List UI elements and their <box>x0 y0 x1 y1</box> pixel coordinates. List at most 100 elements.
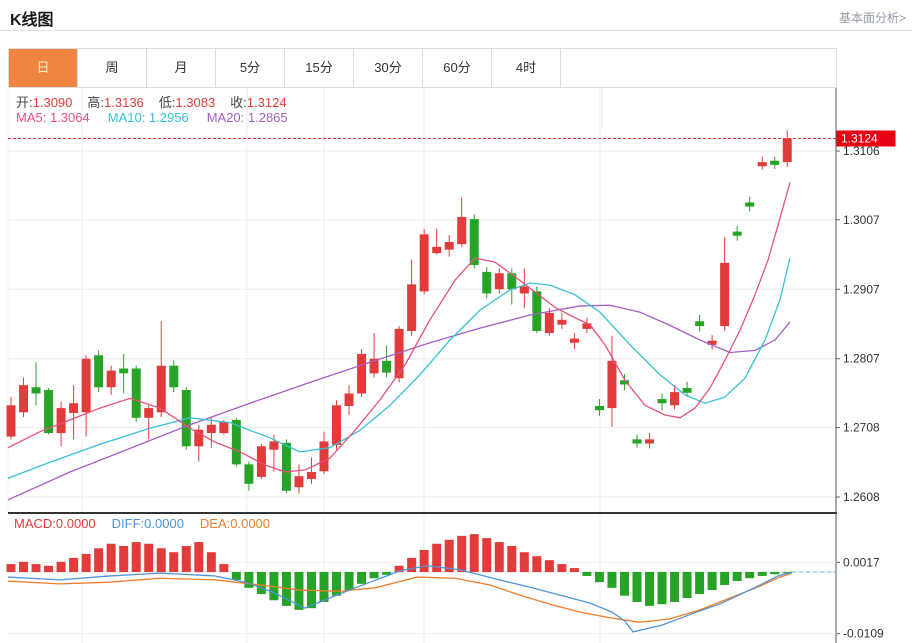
candle-down <box>733 232 742 236</box>
macd-bar-up <box>482 538 491 572</box>
macd-bar-up <box>194 542 203 572</box>
candle-up <box>69 403 78 413</box>
candle-up <box>557 320 566 325</box>
macd-bar-down <box>607 572 616 588</box>
candle-up <box>357 354 366 394</box>
macd-bar-up <box>157 548 166 572</box>
macd-bar-down <box>582 572 591 576</box>
panel-separator <box>8 512 837 514</box>
candle-down <box>658 399 667 403</box>
candle-up <box>345 393 354 406</box>
macd-bar-down <box>244 572 253 588</box>
macd-tick-label: -0.0109 <box>843 627 884 641</box>
candle-down <box>683 388 692 393</box>
macd-bar-up <box>19 562 28 572</box>
low-label: 低: <box>159 95 176 110</box>
close-value: 1.3124 <box>247 95 287 110</box>
price-tick-label: 1.2807 <box>843 352 880 366</box>
macd-value: MACD:0.0000 <box>14 516 96 531</box>
macd-bar-up <box>420 550 429 572</box>
macd-bar-up <box>532 556 541 572</box>
macd-bar-up <box>7 564 16 572</box>
macd-bar-down <box>257 572 266 594</box>
candle-up <box>607 361 616 408</box>
macd-tick-label: 0.0017 <box>843 555 880 569</box>
macd-bar-up <box>219 564 228 572</box>
low-value: 1.3083 <box>175 95 215 110</box>
macd-bar-up <box>69 558 78 572</box>
kline-page: K线图 基本面分析> 日 周 月 5分 15分 30分 60分 4时 开:1.3… <box>0 0 912 643</box>
macd-bar-up <box>169 552 178 572</box>
diff-value: DIFF:0.0000 <box>112 516 184 531</box>
macd-bar-down <box>683 572 692 598</box>
macd-bar-up <box>570 568 579 572</box>
macd-bar-down <box>620 572 629 596</box>
candle-up <box>107 371 116 388</box>
candle-up <box>783 138 792 162</box>
macd-bar-up <box>495 542 504 572</box>
candle-down <box>770 161 779 165</box>
macd-bar-down <box>332 572 341 596</box>
macd-bar-down <box>745 572 754 578</box>
candle-down <box>32 387 41 393</box>
macd-bar-down <box>232 572 241 580</box>
macd-bar-down <box>733 572 742 581</box>
macd-bar-down <box>595 572 604 582</box>
macd-bar-up <box>144 544 153 572</box>
macd-bar-up <box>545 560 554 572</box>
open-label: 开: <box>16 95 33 110</box>
candle-up <box>445 242 454 250</box>
candle-up <box>57 408 66 433</box>
macd-bar-up <box>457 536 466 572</box>
candle-down <box>745 202 754 206</box>
macd-bar-up <box>470 534 479 572</box>
candle-up <box>269 441 278 449</box>
price-tick-label: 1.3007 <box>843 213 880 227</box>
macd-bar-down <box>633 572 642 602</box>
price-tick-label: 1.2907 <box>843 282 880 296</box>
high-label: 高: <box>87 95 104 110</box>
open-value: 1.3090 <box>33 95 73 110</box>
candle-up <box>320 441 329 471</box>
macd-bar-down <box>758 572 767 576</box>
dea-value: DEA:0.0000 <box>200 516 270 531</box>
macd-bar-down <box>357 572 366 584</box>
candle-up <box>720 263 729 326</box>
macd-bar-up <box>182 546 191 572</box>
high-value: 1.3136 <box>104 95 144 110</box>
macd-bar-down <box>320 572 329 602</box>
macd-bar-up <box>82 554 91 572</box>
price-tick-label: 1.2708 <box>843 421 880 435</box>
candle-up <box>670 392 679 405</box>
candle-up <box>420 234 429 291</box>
candle-down <box>595 406 604 410</box>
candle-up <box>82 359 91 412</box>
ma10-readout: MA10: 1.2956 <box>108 110 189 125</box>
macd-bar-down <box>720 572 729 585</box>
macd-bar-down <box>345 572 354 590</box>
candle-down <box>282 443 291 491</box>
macd-bar-up <box>32 564 41 572</box>
candle-up <box>157 366 166 413</box>
candle-up <box>570 339 579 343</box>
candle-up <box>645 439 654 443</box>
candle-up <box>19 385 28 412</box>
macd-bar-down <box>708 572 717 590</box>
candle-up <box>545 313 554 333</box>
candle-up <box>432 247 441 253</box>
macd-bar-up <box>445 540 454 572</box>
macd-bar-up <box>207 552 216 572</box>
last-price-badge-text: 1.3124 <box>841 131 878 145</box>
macd-bar-up <box>119 546 128 572</box>
macd-bar-up <box>520 552 529 572</box>
candle-down <box>695 321 704 326</box>
candle-up <box>294 476 303 487</box>
close-label: 收: <box>230 95 247 110</box>
candle-up <box>219 422 228 433</box>
macd-bar-down <box>370 572 379 578</box>
candle-down <box>132 368 141 417</box>
macd-readout: MACD:0.0000 DIFF:0.0000 DEA:0.0000 <box>14 516 270 531</box>
candle-down <box>382 361 391 373</box>
candle-up <box>194 430 203 447</box>
candle-up <box>332 405 341 445</box>
